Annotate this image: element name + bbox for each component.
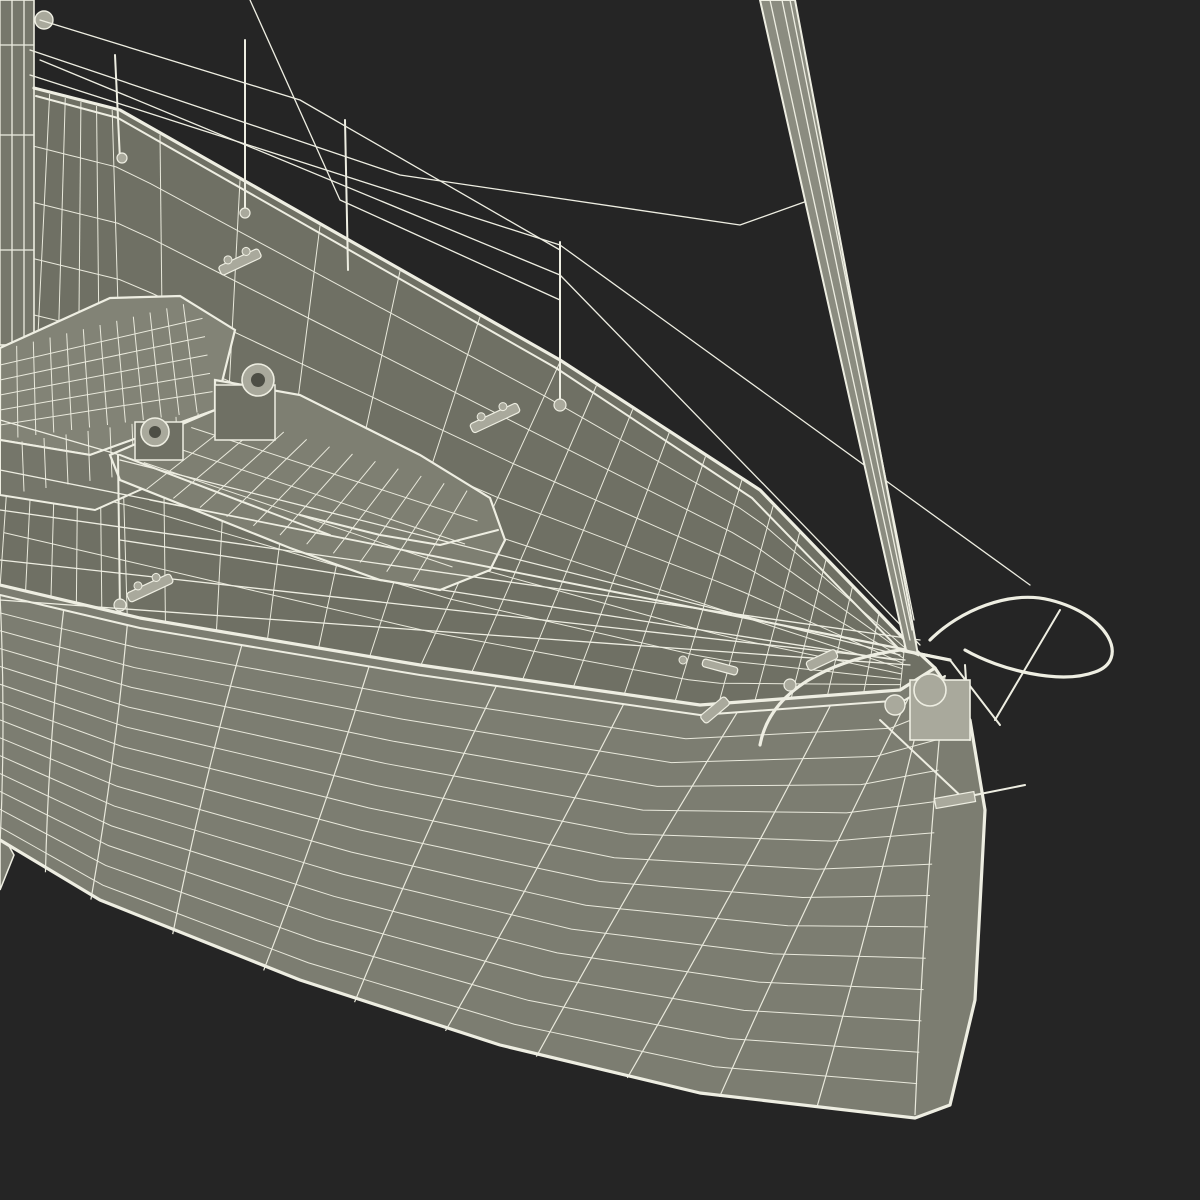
dorade-vent-left <box>134 417 184 461</box>
sailboat-wireframe-render <box>0 0 1200 1200</box>
